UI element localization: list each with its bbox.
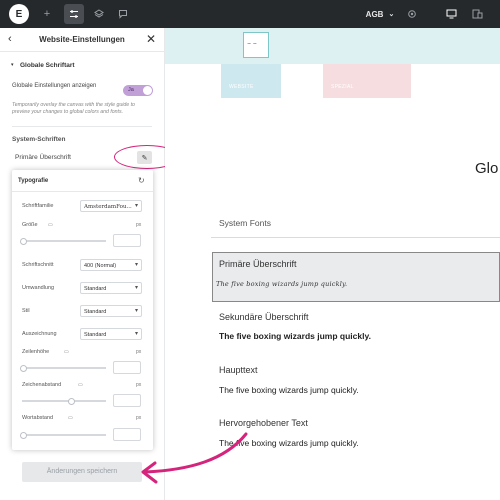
preview-canvas: ~ ~ WEBSITE SPEZIAL Glo System Fonts Pri…	[165, 28, 500, 500]
desktop-icon[interactable]: ▭	[64, 349, 69, 355]
size-label: Größe	[22, 222, 38, 228]
panel-header: ‹ Website-Einstellungen ✕	[0, 28, 165, 52]
line-height-unit[interactable]: px	[136, 349, 141, 355]
close-icon[interactable]: ✕	[146, 32, 156, 46]
plus-icon[interactable]: +	[38, 0, 56, 28]
line-height-label: Zeilenhöhe	[22, 349, 50, 355]
font-title: Sekundäre Überschrift	[219, 312, 309, 322]
top-bar: E + AGB ⌄	[0, 0, 500, 28]
line-height-input[interactable]	[113, 361, 141, 374]
back-icon[interactable]: ‹	[8, 33, 12, 45]
page-name: AGB	[365, 9, 384, 19]
word-spacing-unit[interactable]: px	[136, 415, 141, 421]
caret-down-icon: ▾	[134, 203, 138, 209]
gear-icon[interactable]	[404, 0, 420, 28]
font-title: Haupttext	[219, 365, 258, 375]
caret-down-icon: ▾	[134, 308, 138, 314]
caret-down-icon: ▾	[134, 262, 138, 268]
font-title: Primäre Überschrift	[219, 259, 297, 269]
caret-down-icon: ▾	[134, 331, 138, 337]
style-label: Stil	[22, 308, 30, 314]
font-sample: The five boxing wizards jump quickly.	[219, 385, 359, 395]
desktop-icon[interactable]: ▭	[78, 382, 83, 388]
sliders-icon[interactable]	[64, 4, 84, 24]
comment-icon[interactable]	[116, 0, 130, 28]
promo-card[interactable]: WEBSITE	[221, 64, 281, 98]
decoration-value: Standard	[84, 331, 107, 338]
decoration-select[interactable]: Standard ▾	[80, 328, 142, 340]
weight-value: 400 (Normal)	[84, 262, 117, 269]
system-fonts-title: System-Schriften	[12, 136, 66, 143]
line-height-slider[interactable]	[22, 367, 106, 369]
desktop-icon[interactable]: ▭	[48, 222, 53, 228]
page-selector[interactable]: AGB ⌄	[360, 0, 400, 28]
style-guide-heading: Glo	[475, 160, 499, 177]
caret-down-icon: ▾	[134, 285, 138, 291]
font-sample: The five boxing wizards jump quickly.	[219, 331, 371, 341]
style-select[interactable]: Standard ▾	[80, 305, 142, 317]
weight-label: Schriftschnitt	[22, 262, 54, 268]
desktop-icon[interactable]: ▭	[68, 415, 73, 421]
card-label: WEBSITE	[229, 84, 254, 90]
font-sample: The five boxing wizards jump quickly.	[216, 280, 348, 288]
size-input[interactable]	[113, 234, 141, 247]
size-unit[interactable]: px	[136, 222, 141, 228]
letter-spacing-slider-handle[interactable]	[68, 397, 75, 405]
letter-spacing-input[interactable]	[113, 394, 141, 407]
desktop-icon[interactable]	[440, 0, 462, 28]
letter-spacing-slider[interactable]	[22, 400, 106, 402]
size-slider[interactable]	[22, 240, 106, 242]
weight-select[interactable]: 400 (Normal) ▾	[80, 259, 142, 271]
word-spacing-slider[interactable]	[22, 434, 106, 436]
decoration-label: Auszeichnung	[22, 331, 57, 337]
elementor-logo-icon[interactable]: E	[9, 4, 29, 24]
font-sample: The five boxing wizards jump quickly.	[219, 438, 359, 448]
transform-value: Standard	[84, 285, 107, 292]
size-slider-handle[interactable]	[20, 237, 27, 245]
letter-spacing-label: Zeichenabstand	[22, 382, 62, 388]
primary-heading-label: Primäre Überschrift	[15, 154, 71, 161]
responsive-icon[interactable]	[466, 0, 488, 28]
card-label: SPEZIAL	[331, 84, 354, 90]
word-spacing-input[interactable]	[113, 428, 141, 441]
word-spacing-slider-handle[interactable]	[20, 431, 27, 439]
reset-icon[interactable]: ↻	[138, 176, 145, 185]
chevron-down-icon: ⌄	[388, 11, 395, 18]
section-title[interactable]: Globale Schriftart	[20, 62, 75, 69]
promo-card[interactable]: SPEZIAL	[323, 64, 411, 98]
show-global-toggle[interactable]: Ja	[123, 85, 153, 96]
letter-spacing-unit[interactable]: px	[136, 382, 141, 388]
caret-down-icon[interactable]: ▾	[11, 62, 14, 68]
popover-title: Typografie	[18, 178, 49, 184]
divider	[211, 237, 500, 238]
word-spacing-label: Wortabstand	[22, 415, 54, 421]
font-family-value: AmsterdamFou...	[84, 203, 132, 210]
transform-select[interactable]: Standard ▾	[80, 282, 142, 294]
style-value: Standard	[84, 308, 107, 315]
site-logo: ~ ~	[243, 32, 269, 58]
save-changes-button[interactable]: Änderungen speichern	[22, 462, 142, 482]
divider	[12, 126, 152, 127]
typography-popover: Typografie ↻ Schriftfamilie AmsterdamFou…	[12, 170, 153, 450]
font-title: Hervorgehobener Text	[219, 418, 308, 428]
help-text: Temporarily overlay the canvas with the …	[12, 102, 135, 115]
transform-label: Umwandlung	[22, 285, 55, 291]
layers-icon[interactable]	[92, 0, 106, 28]
panel-title: Website-Einstellungen	[39, 35, 125, 44]
system-fonts-heading: System Fonts	[219, 218, 271, 228]
font-family-select[interactable]: AmsterdamFou... ▾	[80, 200, 142, 212]
show-global-settings-label: Globale Einstellungen anzeigen	[12, 83, 97, 89]
toggle-knob	[143, 86, 152, 95]
line-height-slider-handle[interactable]	[20, 364, 27, 372]
site-header: ~ ~	[165, 28, 500, 64]
logo-icon: ~ ~	[247, 41, 257, 47]
font-family-label: Schriftfamilie	[22, 203, 54, 209]
toggle-text: Ja	[128, 87, 134, 93]
divider	[12, 191, 153, 192]
